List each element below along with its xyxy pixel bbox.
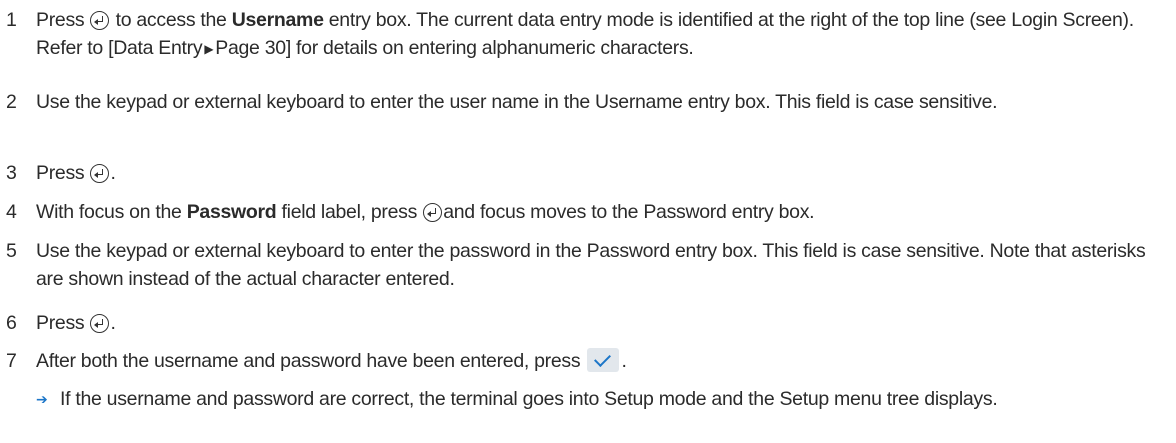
step-text: Use the keypad or external keyboard to e… (36, 91, 998, 113)
step-number: 7 (6, 350, 17, 372)
instruction-list: 1 Press to access the Username entry box… (0, 0, 1176, 443)
step-text: and focus moves to the Password entry bo… (443, 201, 815, 223)
step-6: 6 Press . (0, 309, 1176, 337)
step-number: 6 (6, 312, 17, 334)
step-1: 1 Press to access the Username entry box… (0, 6, 1176, 63)
step-text: Press (36, 9, 85, 31)
step-7: 7 After both the username and password h… (0, 347, 1176, 375)
enter-key-icon (423, 203, 443, 222)
step-text: . (110, 162, 116, 184)
result-note: ➔ If the username and password are corre… (36, 385, 1166, 413)
step-number: 2 (6, 91, 17, 113)
step-text: Press (36, 162, 85, 184)
step-text: to access the (115, 9, 227, 31)
checkmark-icon[interactable] (587, 348, 620, 372)
step-text: Press (36, 312, 85, 334)
result-text: If the username and password are correct… (60, 388, 998, 410)
page-link[interactable]: Page 30] for details on entering alphanu… (215, 37, 694, 59)
step-text: Use the keypad or external keyboard to e… (36, 240, 1146, 290)
step-text: After both the username and password hav… (36, 350, 581, 372)
step-text: . (110, 312, 116, 334)
step-text: . (621, 350, 627, 372)
step-3: 3 Press . (0, 159, 1176, 187)
enter-key-icon (90, 11, 110, 30)
step-text: field label, press (281, 201, 418, 223)
step-number: 3 (6, 162, 17, 184)
enter-key-icon (90, 164, 110, 183)
step-4: 4 With focus on the Password field label… (0, 198, 1176, 226)
step-number: 5 (6, 240, 17, 262)
step-number: 1 (6, 9, 17, 31)
arrow-right-icon: ➔ (36, 391, 48, 407)
step-2: 2 Use the keypad or external keyboard to… (0, 88, 1176, 116)
triangle-right-icon: ▶ (204, 42, 214, 56)
enter-key-icon (90, 314, 110, 333)
field-label-password: Password (186, 201, 277, 223)
step-number: 4 (6, 201, 17, 223)
step-text: With focus on the (36, 201, 182, 223)
step-5: 5 Use the keypad or external keyboard to… (0, 237, 1176, 293)
field-label-username: Username (231, 9, 324, 31)
